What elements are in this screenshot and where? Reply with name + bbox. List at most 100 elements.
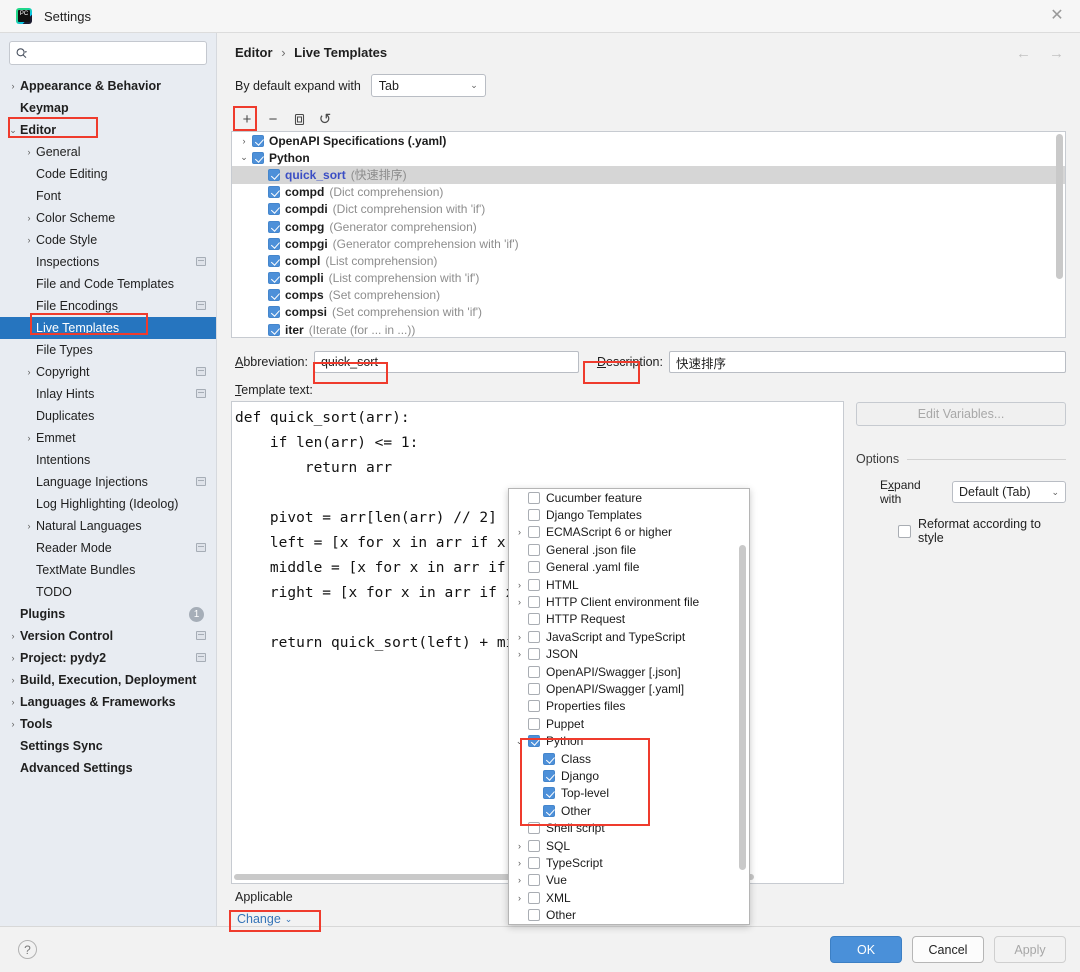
ok-button[interactable]: OK: [830, 936, 902, 963]
template-row[interactable]: comps (Set comprehension): [232, 287, 1065, 304]
context-checkbox[interactable]: [543, 787, 555, 800]
template-row[interactable]: compg (Generator comprehension): [232, 218, 1065, 235]
abbreviation-input[interactable]: quick_sort: [313, 351, 579, 373]
sidebar-item-font[interactable]: Font: [0, 185, 216, 207]
sidebar-item-file-encodings[interactable]: File Encodings: [0, 295, 216, 317]
popup-context-row[interactable]: Top-level: [509, 785, 749, 802]
search-input[interactable]: [27, 43, 200, 63]
popup-context-row[interactable]: OpenAPI/Swagger [.json]: [509, 663, 749, 680]
popup-context-row[interactable]: › XML: [509, 889, 749, 906]
sidebar-item-version-control[interactable]: › Version Control: [0, 625, 216, 647]
sidebar-item-textmate-bundles[interactable]: TextMate Bundles: [0, 559, 216, 581]
sidebar-item-duplicates[interactable]: Duplicates: [0, 405, 216, 427]
applicable-contexts-popup[interactable]: Cucumber feature Django Templates › ECMAScr…: [508, 488, 750, 925]
popup-context-row[interactable]: OpenAPI/Swagger [.yaml]: [509, 680, 749, 697]
context-checkbox[interactable]: [528, 526, 540, 539]
sidebar-item-general[interactable]: › General: [0, 141, 216, 163]
popup-context-row[interactable]: › JavaScript and TypeScript: [509, 628, 749, 645]
sidebar-item-inlay-hints[interactable]: Inlay Hints: [0, 383, 216, 405]
remove-template-button[interactable]: −: [261, 108, 285, 130]
expand-with-option-select[interactable]: Default (Tab) ⌄: [952, 481, 1066, 503]
sidebar-item-tools[interactable]: › Tools: [0, 713, 216, 735]
sidebar-item-file-and-code-templates[interactable]: File and Code Templates: [0, 273, 216, 295]
context-checkbox[interactable]: [528, 509, 540, 522]
revert-template-button[interactable]: ↺: [313, 108, 337, 130]
context-checkbox[interactable]: [528, 630, 540, 643]
chevron-right-icon[interactable]: ›: [6, 713, 20, 735]
template-enabled-checkbox[interactable]: [268, 237, 280, 250]
popup-context-row[interactable]: HTTP Request: [509, 611, 749, 628]
popup-context-row[interactable]: Django: [509, 767, 749, 784]
sidebar-item-languages-frameworks[interactable]: › Languages & Frameworks: [0, 691, 216, 713]
sidebar-item-keymap[interactable]: Keymap: [0, 97, 216, 119]
sidebar-item-log-highlighting-ideolog[interactable]: Log Highlighting (Ideolog): [0, 493, 216, 515]
template-row[interactable]: compsi (Set comprehension with 'if'): [232, 304, 1065, 321]
popup-context-row[interactable]: ⌄ Python: [509, 732, 749, 749]
search-box[interactable]: [9, 41, 207, 65]
template-row[interactable]: compli (List comprehension with 'if'): [232, 270, 1065, 287]
context-checkbox[interactable]: [528, 648, 540, 661]
context-checkbox[interactable]: [528, 839, 540, 852]
reformat-checkbox[interactable]: [898, 524, 911, 538]
template-row[interactable]: iter (Iterate (for ... in ...)): [232, 321, 1065, 337]
expand-with-select[interactable]: Tab ⌄: [370, 74, 486, 97]
context-checkbox[interactable]: [528, 717, 540, 730]
breadcrumb-root[interactable]: Editor: [235, 45, 273, 60]
context-checkbox[interactable]: [528, 613, 540, 626]
popup-context-row[interactable]: Other: [509, 906, 749, 923]
sidebar-item-language-injections[interactable]: Language Injections: [0, 471, 216, 493]
sidebar-item-intentions[interactable]: Intentions: [0, 449, 216, 471]
duplicate-template-button[interactable]: [287, 108, 311, 130]
popup-context-row[interactable]: › HTTP Client environment file: [509, 593, 749, 610]
chevron-right-icon[interactable]: ›: [6, 75, 20, 97]
chevron-right-icon[interactable]: ›: [22, 361, 36, 383]
edit-variables-button[interactable]: Edit Variables...: [856, 402, 1066, 426]
sidebar-item-appearance-behavior[interactable]: › Appearance & Behavior: [0, 75, 216, 97]
context-checkbox[interactable]: [528, 682, 540, 695]
popup-context-row[interactable]: Class: [509, 750, 749, 767]
popup-context-row[interactable]: › TypeScript: [509, 854, 749, 871]
settings-category-tree[interactable]: › Appearance & Behavior Keymap ⌄ Editor › Gene…: [0, 71, 216, 926]
chevron-right-icon[interactable]: ›: [22, 515, 36, 537]
template-row[interactable]: › OpenAPI Specifications (.yaml): [232, 132, 1065, 149]
template-enabled-checkbox[interactable]: [252, 151, 264, 164]
chevron-right-icon[interactable]: ›: [511, 893, 528, 903]
context-checkbox[interactable]: [528, 491, 540, 504]
template-row[interactable]: ⌄ Python: [232, 149, 1065, 166]
context-checkbox[interactable]: [528, 909, 540, 922]
sidebar-item-todo[interactable]: TODO: [0, 581, 216, 603]
template-row[interactable]: compdi (Dict comprehension with 'if'): [232, 201, 1065, 218]
add-template-button[interactable]: +: [235, 108, 259, 130]
context-checkbox[interactable]: [543, 752, 555, 765]
chevron-down-icon[interactable]: ⌄: [511, 736, 528, 747]
chevron-right-icon[interactable]: ›: [6, 625, 20, 647]
reformat-option-row[interactable]: Reformat according to style: [856, 517, 1066, 545]
context-checkbox[interactable]: [528, 561, 540, 574]
context-checkbox[interactable]: [528, 665, 540, 678]
chevron-right-icon[interactable]: ›: [511, 632, 528, 642]
back-arrow-icon[interactable]: ←: [1016, 45, 1031, 62]
context-checkbox[interactable]: [528, 543, 540, 556]
template-row[interactable]: quick_sort (快速排序): [232, 166, 1065, 184]
template-row[interactable]: compl (List comprehension): [232, 252, 1065, 269]
chevron-right-icon[interactable]: ›: [511, 580, 528, 590]
popup-context-row[interactable]: › HTML: [509, 576, 749, 593]
template-enabled-checkbox[interactable]: [268, 186, 280, 199]
chevron-right-icon[interactable]: ›: [22, 229, 36, 251]
chevron-right-icon[interactable]: ›: [236, 136, 252, 146]
live-templates-list[interactable]: › OpenAPI Specifications (.yaml) ⌄ Python qu…: [231, 131, 1066, 338]
context-checkbox[interactable]: [528, 578, 540, 591]
template-row[interactable]: compgi (Generator comprehension with 'if'…: [232, 235, 1065, 252]
description-input[interactable]: 快速排序: [668, 351, 1066, 373]
sidebar-item-plugins[interactable]: Plugins 1: [0, 603, 216, 625]
popup-context-row[interactable]: Other: [509, 802, 749, 819]
chevron-right-icon[interactable]: ›: [511, 649, 528, 659]
chevron-right-icon[interactable]: ›: [511, 875, 528, 885]
template-enabled-checkbox[interactable]: [252, 134, 264, 147]
popup-context-row[interactable]: Properties files: [509, 698, 749, 715]
sidebar-item-build-execution-deployment[interactable]: › Build, Execution, Deployment: [0, 669, 216, 691]
sidebar-item-inspections[interactable]: Inspections: [0, 251, 216, 273]
sidebar-item-file-types[interactable]: File Types: [0, 339, 216, 361]
cancel-button[interactable]: Cancel: [912, 936, 984, 963]
context-checkbox[interactable]: [528, 891, 540, 904]
